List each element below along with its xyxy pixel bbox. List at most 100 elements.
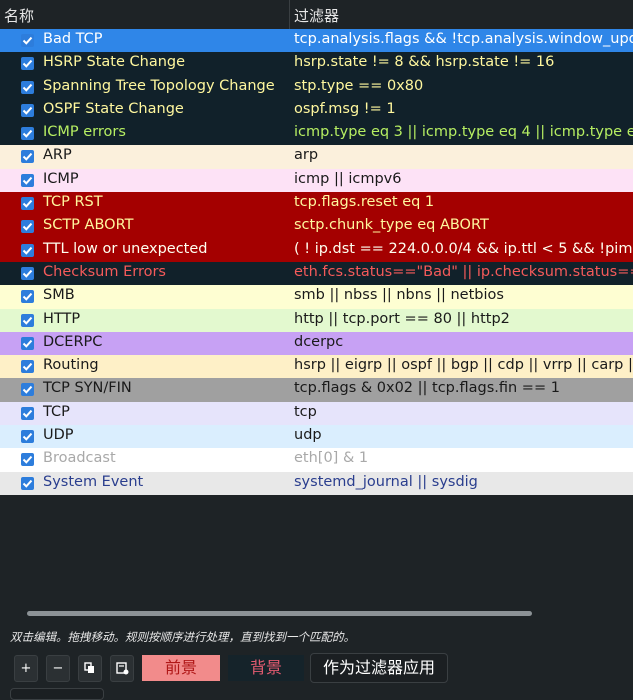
rule-name: TCP: [43, 403, 70, 420]
rule-name: OSPF State Change: [43, 100, 184, 117]
checkmark-icon: [22, 246, 33, 255]
rule-row[interactable]: SMB smb || nbss || nbns || netbios: [0, 285, 633, 309]
rule-filter: icmp || icmpv6: [294, 170, 402, 187]
column-header-name[interactable]: 名称: [4, 5, 34, 26]
rule-filter: udp: [294, 427, 322, 444]
rule-enabled-checkbox[interactable]: [21, 313, 34, 327]
rule-name: System Event: [43, 473, 144, 490]
checkmark-icon: [22, 316, 33, 325]
rule-enabled-checkbox[interactable]: [21, 220, 34, 234]
checkmark-icon: [22, 363, 33, 371]
checkmark-icon: [22, 60, 33, 69]
rule-enabled-checkbox[interactable]: [21, 430, 34, 444]
rule-row[interactable]: DCERPC dcerpc: [0, 331, 633, 356]
background-color-button[interactable]: 背景: [228, 655, 304, 681]
rule-name: Spanning Tree Topology Change: [43, 77, 275, 94]
rule-name: Routing: [43, 357, 99, 374]
rule-row[interactable]: Checksum Errors eth.fcs.status=="Bad" || …: [0, 261, 633, 286]
rule-row[interactable]: TCP tcp: [0, 401, 633, 426]
rule-row[interactable]: TCP SYN/FIN tcp.flags & 0x02 || tcp.flags…: [0, 378, 633, 402]
rule-filter: arp: [294, 147, 319, 164]
foreground-color-button[interactable]: 前景: [142, 655, 220, 681]
rule-enabled-checkbox[interactable]: [21, 34, 34, 47]
rule-enabled-checkbox[interactable]: [21, 266, 34, 280]
rule-filter: stp.type == 0x80: [294, 77, 424, 94]
rule-name: TCP SYN/FIN: [43, 380, 132, 397]
rule-enabled-checkbox[interactable]: [21, 360, 34, 374]
copy-rule-button[interactable]: [78, 655, 102, 682]
rule-enabled-checkbox[interactable]: [21, 290, 34, 304]
rule-row[interactable]: TTL low or unexpected ( ! ip.dst == 224.0…: [0, 238, 633, 262]
rule-filter: eth.fcs.status=="Bad" || ip.checksum.sta…: [294, 263, 633, 280]
rule-filter: ospf.msg != 1: [294, 100, 396, 117]
checkmark-icon: [22, 293, 33, 302]
rule-enabled-checkbox[interactable]: [21, 243, 34, 257]
rule-enabled-checkbox[interactable]: [21, 476, 34, 490]
checkmark-icon: [22, 456, 33, 465]
rule-enabled-checkbox[interactable]: [21, 103, 34, 117]
apply-as-filter-button[interactable]: 作为过滤器应用: [310, 653, 448, 683]
rule-row[interactable]: Spanning Tree Topology Change stp.type ==…: [0, 75, 633, 99]
rule-name: Bad TCP: [43, 31, 103, 47]
rule-enabled-checkbox[interactable]: [21, 80, 34, 94]
checkmark-icon: [22, 106, 33, 115]
rule-row[interactable]: ICMP icmp || icmpv6: [0, 168, 633, 193]
rule-row[interactable]: Bad TCP tcp.analysis.flags && !tcp.analys…: [0, 29, 633, 53]
rule-row[interactable]: ICMP errors icmp.type eq 3 || icmp.type e…: [0, 122, 633, 146]
column-header: 名称 过滤器: [0, 0, 633, 30]
rule-name: Broadcast: [43, 450, 116, 467]
checkmark-icon: [22, 409, 33, 418]
rule-row[interactable]: HSRP State Change hsrp.state != 8 && hsrp…: [0, 52, 633, 76]
rule-filter: tcp: [294, 403, 317, 420]
checkmark-icon: [22, 432, 33, 441]
dialog-button-partial[interactable]: [10, 688, 104, 700]
rule-filter: sctp.chunk_type eq ABORT: [294, 217, 489, 234]
rule-name: DCERPC: [43, 333, 103, 350]
checkmark-icon: [22, 223, 33, 232]
rule-name: TTL low or unexpected: [43, 240, 208, 257]
horizontal-scrollbar[interactable]: [27, 611, 532, 616]
rule-name: Checksum Errors: [43, 263, 166, 280]
rule-enabled-checkbox[interactable]: [21, 57, 34, 71]
rule-enabled-checkbox[interactable]: [21, 197, 34, 211]
rule-enabled-checkbox[interactable]: [21, 406, 34, 420]
rule-row[interactable]: System Event systemd_journal || sysdig: [0, 471, 633, 495]
rule-row[interactable]: SCTP ABORT sctp.chunk_type eq ABORT: [0, 215, 633, 239]
rule-row[interactable]: ARP arp: [0, 145, 633, 169]
rule-row[interactable]: Broadcast eth[0] & 1: [0, 448, 633, 472]
clear-icon: [115, 662, 128, 675]
rule-name: SCTP ABORT: [43, 217, 134, 234]
column-divider[interactable]: [289, 0, 290, 29]
remove-rule-button[interactable]: −: [46, 655, 70, 682]
rule-filter: hsrp.state != 8 && hsrp.state != 16: [294, 54, 555, 71]
rule-enabled-checkbox[interactable]: [21, 150, 34, 164]
rule-filter: eth[0] & 1: [294, 450, 369, 467]
checkmark-icon: [22, 200, 33, 208]
column-header-filter[interactable]: 过滤器: [294, 5, 339, 26]
rule-enabled-checkbox[interactable]: [21, 173, 34, 187]
rule-name: HSRP State Change: [43, 54, 186, 71]
rule-name: UDP: [43, 427, 74, 444]
rule-filter: systemd_journal || sysdig: [294, 473, 478, 490]
clear-rule-button[interactable]: [110, 655, 134, 682]
rule-row[interactable]: UDP udp: [0, 425, 633, 449]
rule-row[interactable]: OSPF State Change ospf.msg != 1: [0, 98, 633, 123]
rule-enabled-checkbox[interactable]: [21, 383, 34, 397]
checkmark-icon: [22, 176, 33, 185]
checkmark-icon: [22, 130, 33, 138]
coloring-rules-list: Bad TCP tcp.analysis.flags && !tcp.analys…: [0, 29, 633, 495]
rule-filter: hsrp || eigrp || ospf || bgp || cdp || v…: [294, 357, 633, 374]
rule-enabled-checkbox[interactable]: [21, 453, 34, 467]
rule-enabled-checkbox[interactable]: [21, 336, 34, 350]
rule-enabled-checkbox[interactable]: [21, 127, 34, 141]
rule-row[interactable]: Routing hsrp || eigrp || ospf || bgp || c…: [0, 355, 633, 379]
copy-icon: [84, 662, 94, 673]
rule-row[interactable]: TCP RST tcp.flags.reset eq 1: [0, 192, 633, 216]
checkmark-icon: [22, 36, 33, 45]
add-rule-button[interactable]: +: [14, 655, 38, 682]
rule-row[interactable]: HTTP http || tcp.port == 80 || http2: [0, 308, 633, 332]
checkmark-icon: [22, 479, 33, 488]
rule-filter: ( ! ip.dst == 224.0.0.0/4 && ip.ttl < 5 …: [294, 240, 633, 257]
rule-filter: dcerpc: [294, 333, 344, 350]
hint-text: 双击编辑。拖拽移动。规则按顺序进行处理，直到找到一个匹配的。: [10, 630, 355, 644]
